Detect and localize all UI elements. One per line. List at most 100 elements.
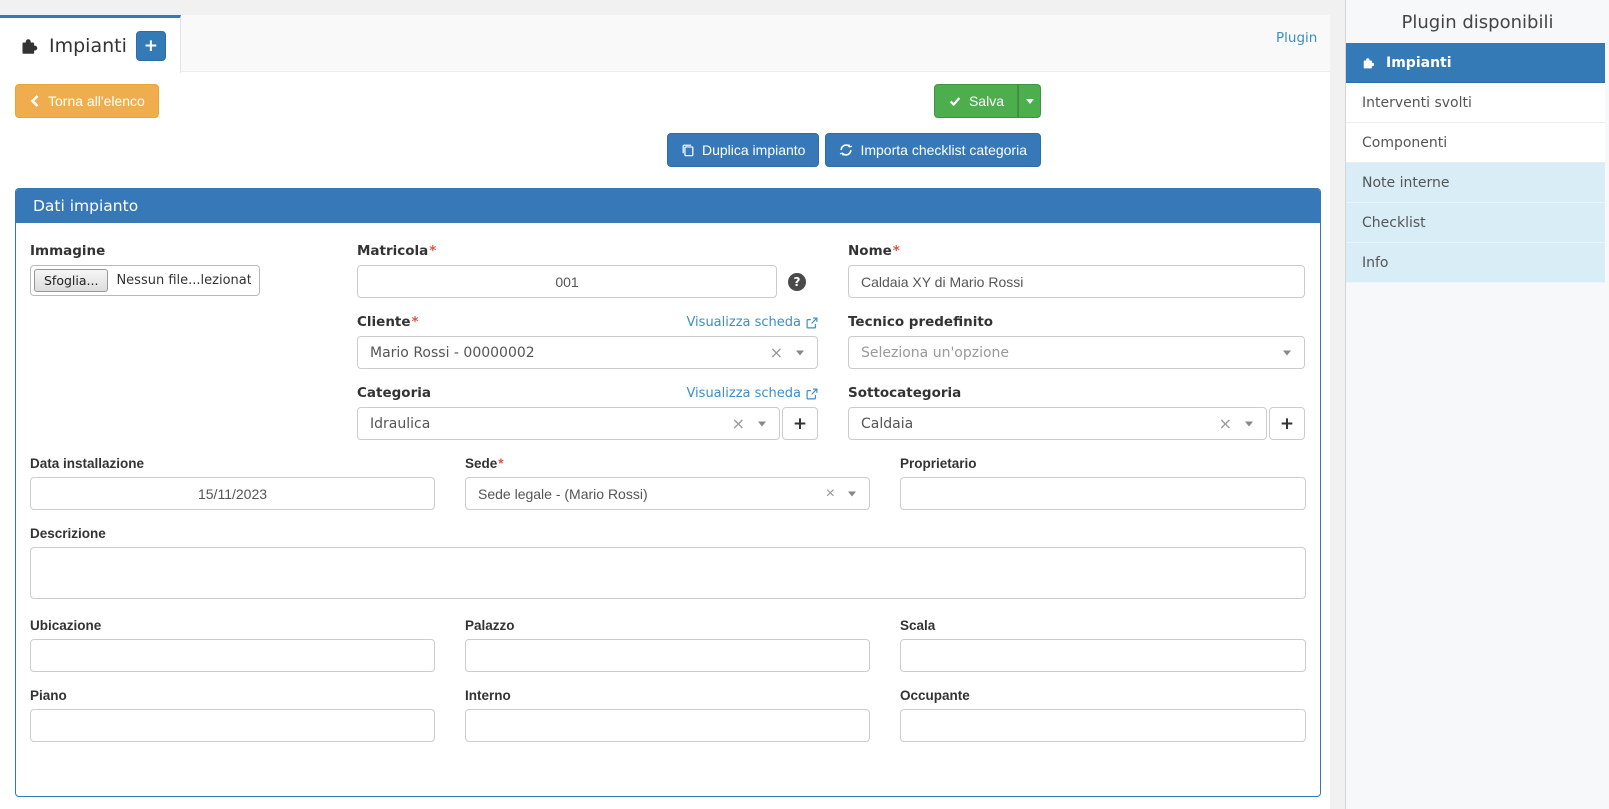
dati-impianto-panel: Dati impianto Immagine Sfoglia... Nessun… (15, 188, 1321, 797)
caret-down-icon (848, 491, 856, 496)
cliente-label: Cliente (357, 314, 411, 330)
categoria-select[interactable]: Idraulica × (357, 407, 780, 440)
puzzle-icon (1362, 56, 1376, 70)
plugin-sidebar: Plugin disponibili Impianti Interventi s… (1345, 0, 1609, 809)
duplicate-button[interactable]: Duplica impianto (667, 133, 820, 167)
sidebar-item-label: Checklist (1362, 215, 1426, 231)
field-nome: Nome* (848, 243, 1305, 298)
back-to-list-button[interactable]: Torna all'elenco (15, 84, 159, 118)
sede-label: Sede (465, 456, 497, 471)
import-checklist-button[interactable]: Importa checklist categoria (825, 133, 1041, 167)
field-matricola: Matricola* ? (357, 243, 818, 298)
immagine-file-input[interactable]: Sfoglia... Nessun file...lezionato. (30, 265, 260, 296)
field-interno: Interno (465, 688, 870, 742)
cliente-select[interactable]: Mario Rossi - 00000002 × (357, 336, 818, 369)
field-data-installazione: Data installazione (30, 456, 435, 510)
palazzo-input[interactable] (465, 639, 870, 672)
action-buttons-row: Duplica impianto Importa checklist categ… (667, 133, 1041, 167)
tecnico-select[interactable]: Seleziona un'opzione (848, 336, 1305, 369)
field-sede: Sede* Sede legale - (Mario Rossi) × (465, 456, 870, 510)
field-immagine: Immagine Sfoglia... Nessun file...lezion… (30, 243, 327, 298)
matricola-input[interactable] (357, 265, 777, 298)
add-record-button[interactable]: + (136, 31, 166, 61)
main-content: Impianti + Plugin Torna all'elenco Salva (0, 0, 1330, 809)
clear-icon[interactable]: × (826, 486, 835, 502)
clear-icon[interactable]: × (732, 416, 745, 432)
caret-down-icon (796, 350, 804, 355)
save-button[interactable]: Salva (934, 84, 1018, 118)
clear-icon[interactable]: × (770, 345, 783, 361)
field-palazzo: Palazzo (465, 618, 870, 672)
proprietario-input[interactable] (900, 477, 1306, 510)
add-sottocategoria-button[interactable]: + (1269, 407, 1305, 440)
proprietario-label: Proprietario (900, 456, 1306, 471)
duplicate-label: Duplica impianto (702, 142, 806, 158)
sottocategoria-value: Caldaia (861, 416, 913, 432)
visualizza-scheda-categoria-link[interactable]: Visualizza scheda (686, 386, 818, 401)
clear-icon[interactable]: × (1219, 416, 1232, 432)
caret-down-icon (1245, 421, 1253, 426)
sidebar-item-impianti[interactable]: Impianti (1346, 43, 1605, 83)
required-marker: * (412, 314, 419, 330)
sidebar-item-note-interne[interactable]: Note interne (1346, 163, 1605, 203)
cliente-value: Mario Rossi - 00000002 (370, 345, 535, 361)
categoria-value: Idraulica (370, 416, 430, 432)
sync-icon (839, 143, 853, 157)
panel-title: Dati impianto (16, 189, 1320, 223)
sidebar-title: Plugin disponibili (1346, 0, 1609, 43)
scala-label: Scala (900, 618, 1306, 633)
browse-button[interactable]: Sfoglia... (34, 269, 108, 292)
sidebar-item-componenti[interactable]: Componenti (1346, 123, 1605, 163)
field-cliente: Cliente* Visualizza scheda (357, 314, 818, 369)
sidebar-item-checklist[interactable]: Checklist (1346, 203, 1605, 243)
sidebar-item-label: Interventi svolti (1362, 95, 1472, 111)
interno-input[interactable] (465, 709, 870, 742)
descrizione-label: Descrizione (30, 526, 1306, 541)
field-categoria: Categoria Visualizza scheda (357, 385, 818, 440)
categoria-label: Categoria (357, 385, 431, 401)
caret-down-icon (1283, 350, 1291, 355)
visualizza-scheda-label: Visualizza scheda (686, 386, 801, 401)
occupante-input[interactable] (900, 709, 1306, 742)
chevron-left-icon (29, 94, 41, 108)
nome-input[interactable] (848, 265, 1305, 298)
sottocategoria-select[interactable]: Caldaia × (848, 407, 1267, 440)
sede-select[interactable]: Sede legale - (Mario Rossi) × (465, 477, 870, 510)
save-label: Salva (969, 93, 1004, 109)
clone-icon (681, 143, 695, 157)
descrizione-textarea[interactable] (30, 547, 1306, 599)
question-circle-icon[interactable]: ? (788, 273, 806, 291)
data-installazione-label: Data installazione (30, 456, 435, 471)
sidebar-item-interventi-svolti[interactable]: Interventi svolti (1346, 83, 1605, 123)
nome-label: Nome (848, 243, 892, 259)
visualizza-scheda-cliente-link[interactable]: Visualizza scheda (686, 315, 818, 330)
tab-impianti[interactable]: Impianti + (0, 15, 181, 73)
required-marker: * (893, 243, 900, 259)
matricola-label: Matricola (357, 243, 428, 259)
field-tecnico-predefinito: Tecnico predefinito Seleziona un'opzione (848, 314, 1305, 369)
ubicazione-input[interactable] (30, 639, 435, 672)
sidebar-item-label: Componenti (1362, 135, 1447, 151)
interno-label: Interno (465, 688, 870, 703)
palazzo-label: Palazzo (465, 618, 870, 633)
file-status-text: Nessun file...lezionato. (116, 273, 251, 288)
required-marker: * (498, 456, 503, 471)
caret-down-icon (1026, 99, 1034, 104)
back-to-list-label: Torna all'elenco (48, 93, 145, 109)
tecnico-label: Tecnico predefinito (848, 314, 1305, 330)
sidebar-item-info[interactable]: Info (1346, 243, 1605, 283)
occupante-label: Occupante (900, 688, 1306, 703)
ubicazione-label: Ubicazione (30, 618, 435, 633)
field-descrizione: Descrizione (30, 526, 1306, 602)
field-scala: Scala (900, 618, 1306, 672)
tecnico-placeholder: Seleziona un'opzione (861, 345, 1009, 361)
add-categoria-button[interactable]: + (782, 407, 818, 440)
sidebar-item-label: Note interne (1362, 175, 1449, 191)
page-title: Impianti (49, 35, 127, 57)
piano-input[interactable] (30, 709, 435, 742)
save-options-button[interactable] (1018, 84, 1041, 118)
plugin-link[interactable]: Plugin (1276, 30, 1317, 46)
scala-input[interactable] (900, 639, 1306, 672)
data-installazione-input[interactable] (30, 477, 435, 510)
caret-down-icon (758, 421, 766, 426)
